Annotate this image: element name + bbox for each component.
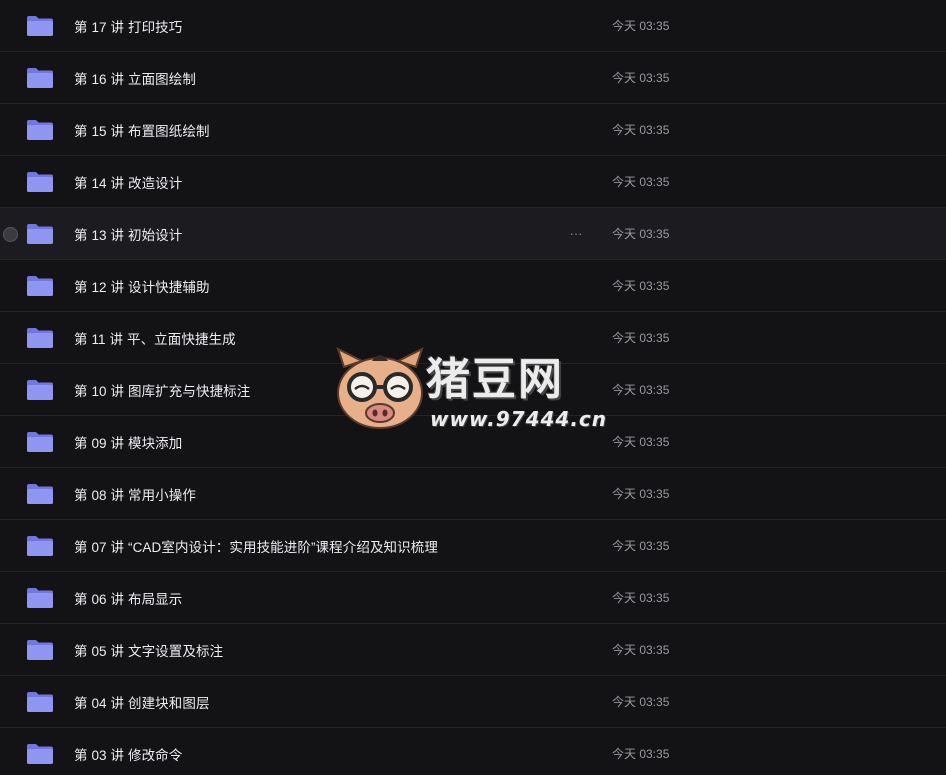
folder-icon — [26, 535, 54, 557]
modified-time: 今天 03:35 — [612, 487, 670, 501]
modified-time: 今天 03:35 — [612, 643, 670, 657]
modified-time: 今天 03:35 — [612, 279, 670, 293]
file-name[interactable]: 第 12 讲 设计快捷辅助 — [74, 260, 210, 311]
file-name[interactable]: 第 13 讲 初始设计 — [74, 208, 182, 259]
modified-time: 今天 03:35 — [612, 695, 670, 709]
file-row[interactable]: 第 15 讲 布置图纸绘制 今天 03:35 — [0, 104, 946, 156]
file-name[interactable]: 第 10 讲 图库扩充与快捷标注 — [74, 364, 250, 415]
folder-icon — [26, 639, 54, 661]
file-row[interactable]: 第 14 讲 改造设计 今天 03:35 — [0, 156, 946, 208]
file-row[interactable]: 第 11 讲 平、立面快捷生成 今天 03:35 — [0, 312, 946, 364]
file-row[interactable]: 第 13 讲 初始设计 ··· 今天 03:35 — [0, 208, 946, 260]
file-name[interactable]: 第 08 讲 常用小操作 — [74, 468, 196, 519]
file-row[interactable]: 第 09 讲 模块添加 今天 03:35 — [0, 416, 946, 468]
folder-icon — [26, 275, 54, 297]
file-name[interactable]: 第 11 讲 平、立面快捷生成 — [74, 312, 236, 363]
folder-icon — [26, 431, 54, 453]
folder-icon — [26, 587, 54, 609]
folder-icon — [26, 223, 54, 245]
modified-time: 今天 03:35 — [612, 331, 670, 345]
folder-icon — [26, 327, 54, 349]
file-row[interactable]: 第 08 讲 常用小操作 今天 03:35 — [0, 468, 946, 520]
file-row[interactable]: 第 16 讲 立面图绘制 今天 03:35 — [0, 52, 946, 104]
file-name[interactable]: 第 14 讲 改造设计 — [74, 156, 182, 207]
modified-time: 今天 03:35 — [612, 19, 670, 33]
modified-time: 今天 03:35 — [612, 539, 670, 553]
folder-icon — [26, 379, 54, 401]
modified-time: 今天 03:35 — [612, 747, 670, 761]
file-name[interactable]: 第 16 讲 立面图绘制 — [74, 52, 196, 103]
folder-icon — [26, 743, 54, 765]
modified-time: 今天 03:35 — [612, 591, 670, 605]
folder-icon — [26, 15, 54, 37]
folder-icon — [26, 119, 54, 141]
folder-icon — [26, 483, 54, 505]
modified-time: 今天 03:35 — [612, 227, 670, 241]
file-list: 第 17 讲 打印技巧 今天 03:35 第 16 讲 立面图绘制 今天 03:35 第… — [0, 0, 946, 775]
modified-time: 今天 03:35 — [612, 383, 670, 397]
file-row[interactable]: 第 04 讲 创建块和图层 今天 03:35 — [0, 676, 946, 728]
file-row[interactable]: 第 06 讲 布局显示 今天 03:35 — [0, 572, 946, 624]
file-name[interactable]: 第 07 讲 “CAD室内设计：实用技能进阶”课程介绍及知识梳理 — [74, 520, 438, 571]
file-name[interactable]: 第 04 讲 创建块和图层 — [74, 676, 210, 727]
modified-time: 今天 03:35 — [612, 71, 670, 85]
select-radio[interactable] — [3, 226, 18, 242]
file-name[interactable]: 第 17 讲 打印技巧 — [74, 0, 182, 51]
folder-icon — [26, 67, 54, 89]
folder-icon — [26, 691, 54, 713]
file-row[interactable]: 第 12 讲 设计快捷辅助 今天 03:35 — [0, 260, 946, 312]
file-name[interactable]: 第 06 讲 布局显示 — [74, 572, 182, 623]
more-options-icon[interactable]: ··· — [566, 225, 586, 243]
file-name[interactable]: 第 09 讲 模块添加 — [74, 416, 182, 467]
file-row[interactable]: 第 05 讲 文字设置及标注 今天 03:35 — [0, 624, 946, 676]
file-name[interactable]: 第 03 讲 修改命令 — [74, 728, 182, 775]
file-name[interactable]: 第 05 讲 文字设置及标注 — [74, 624, 223, 675]
folder-icon — [26, 171, 54, 193]
file-name[interactable]: 第 15 讲 布置图纸绘制 — [74, 104, 210, 155]
file-row[interactable]: 第 03 讲 修改命令 今天 03:35 — [0, 728, 946, 775]
file-row[interactable]: 第 17 讲 打印技巧 今天 03:35 — [0, 0, 946, 52]
file-row[interactable]: 第 10 讲 图库扩充与快捷标注 今天 03:35 — [0, 364, 946, 416]
file-row[interactable]: 第 07 讲 “CAD室内设计：实用技能进阶”课程介绍及知识梳理 今天 03:35 — [0, 520, 946, 572]
modified-time: 今天 03:35 — [612, 123, 670, 137]
modified-time: 今天 03:35 — [612, 435, 670, 449]
modified-time: 今天 03:35 — [612, 175, 670, 189]
